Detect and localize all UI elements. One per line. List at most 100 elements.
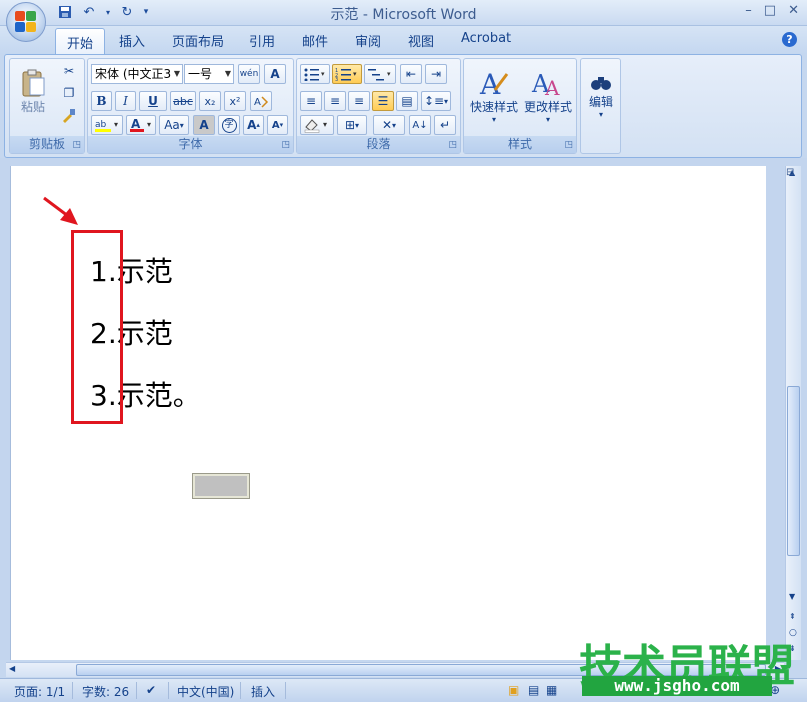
quick-styles-icon: A xyxy=(479,68,509,98)
shrink-font-button[interactable]: A ▾ xyxy=(267,115,288,135)
chinese-layout-icon[interactable]: ✕ ▾ xyxy=(373,115,405,135)
paste-label: 粘贴 xyxy=(20,99,45,114)
group-clipboard: 粘贴 ✂ ❐ 剪贴板 ◳ xyxy=(9,58,85,154)
tab-mailings[interactable]: 邮件 xyxy=(302,31,328,50)
ribbon: 粘贴 ✂ ❐ 剪贴板 ◳ 宋体 (中文正3 ▼ 一号 ▼ wén A B I U… xyxy=(4,54,802,158)
proofing-icon[interactable]: ✔ xyxy=(146,683,156,697)
change-case-icon[interactable]: A xyxy=(250,91,272,111)
tab-page-layout[interactable]: 页面布局 xyxy=(172,31,224,50)
status-language[interactable]: 中文(中国) xyxy=(177,683,234,700)
minimize-button[interactable]: – xyxy=(745,3,752,18)
view-ruler-icon[interactable]: ⊟ xyxy=(786,167,794,178)
print-layout-view-icon[interactable]: ▣ xyxy=(508,683,519,697)
svg-text:▾: ▾ xyxy=(323,120,327,129)
font-name-dropdown-icon[interactable]: ▼ xyxy=(174,65,180,83)
svg-text:A: A xyxy=(544,76,560,98)
format-painter-icon[interactable] xyxy=(58,105,80,125)
grow-font-label: A xyxy=(247,118,257,132)
paste-button[interactable]: 粘贴 xyxy=(16,63,50,119)
group-editing: 编辑 ▾ xyxy=(580,58,621,154)
align-center-icon[interactable]: ≡ xyxy=(324,91,346,111)
font-launcher-icon[interactable]: ◳ xyxy=(281,140,290,150)
scroll-left-icon[interactable]: ◀ xyxy=(9,664,15,673)
tab-home[interactable]: 开始 xyxy=(55,28,106,55)
change-styles-icon: AA xyxy=(531,70,560,98)
bold-button[interactable]: B xyxy=(91,91,112,111)
svg-text:A: A xyxy=(479,68,501,98)
office-logo-icon xyxy=(15,11,37,33)
subscript-button[interactable]: x₂ xyxy=(199,91,221,111)
full-screen-view-icon[interactable]: ▤ xyxy=(528,683,539,697)
maximize-button[interactable]: □ xyxy=(764,3,776,18)
change-styles-button[interactable]: AA 更改样式 ▾ xyxy=(522,61,574,131)
tab-references[interactable]: 引用 xyxy=(249,31,275,50)
superscript-button[interactable]: x² xyxy=(224,91,246,111)
text-highlight-button[interactable]: ab ▾ xyxy=(91,115,123,135)
copy-icon[interactable]: ❐ xyxy=(58,83,80,103)
window-title: 示范 - Microsoft Word xyxy=(330,7,477,23)
styles-launcher-icon[interactable]: ◳ xyxy=(564,140,573,150)
distributed-icon[interactable]: ▤ xyxy=(396,91,418,111)
change-case-button[interactable]: Aa ▾ xyxy=(159,115,189,135)
increase-indent-icon[interactable]: ⇥ xyxy=(425,64,447,84)
help-icon[interactable]: ? xyxy=(782,32,797,47)
quick-styles-dropdown-icon: ▾ xyxy=(491,115,496,124)
font-color-button[interactable]: A ▾ xyxy=(126,115,156,135)
svg-text:▾: ▾ xyxy=(353,70,357,78)
decrease-indent-icon[interactable]: ⇤ xyxy=(400,64,422,84)
underline-button[interactable]: U xyxy=(139,91,167,111)
enclose-characters-label: 字 xyxy=(221,117,237,133)
scroll-down-icon[interactable]: ▼ xyxy=(789,592,795,601)
vertical-scrollbar[interactable]: ▲ ▼ ⇞ ○ ⇟ xyxy=(785,166,801,660)
show-formatting-icon[interactable]: ↵ xyxy=(434,115,456,135)
list-text: 示范 xyxy=(116,255,173,288)
svg-text:A: A xyxy=(254,97,261,108)
font-name-value: 宋体 (中文正3 xyxy=(95,67,172,81)
close-button[interactable]: ✕ xyxy=(788,3,799,18)
tab-view[interactable]: 视图 xyxy=(408,31,434,50)
web-layout-view-icon[interactable]: ▦ xyxy=(546,683,557,697)
window-controls: – □ ✕ xyxy=(745,3,799,18)
italic-button[interactable]: I xyxy=(115,91,136,111)
svg-text:▾: ▾ xyxy=(387,70,391,78)
character-shading-button[interactable]: A xyxy=(193,115,215,135)
svg-text:▾: ▾ xyxy=(114,120,118,129)
font-group-label: 字体 xyxy=(88,136,293,153)
cut-icon[interactable]: ✂ xyxy=(58,61,80,81)
sort-icon[interactable]: A↓ xyxy=(409,115,431,135)
vertical-scroll-thumb[interactable] xyxy=(787,386,800,556)
title-bar: ↶ ▾ ↻ ▾ 示范 - Microsoft Word – □ ✕ xyxy=(0,0,807,26)
clear-format-button[interactable]: A xyxy=(264,64,286,84)
clipboard-launcher-icon[interactable]: ◳ xyxy=(72,140,81,150)
office-button[interactable] xyxy=(6,2,46,42)
numbering-icon[interactable]: 1 2 3 ▾ xyxy=(332,64,362,84)
align-right-icon[interactable]: ≡ xyxy=(348,91,370,111)
font-size-dropdown-icon[interactable]: ▼ xyxy=(225,65,231,83)
font-name-combo[interactable]: 宋体 (中文正3 ▼ xyxy=(91,64,183,84)
editing-button[interactable]: 编辑 ▾ xyxy=(583,61,619,131)
justify-icon[interactable]: ☰ xyxy=(372,91,394,111)
line-spacing-icon[interactable]: ↕≡ ▾ xyxy=(421,91,451,111)
font-size-combo[interactable]: 一号 ▼ xyxy=(184,64,234,84)
multilevel-list-icon[interactable]: ▾ xyxy=(364,64,396,84)
prev-page-icon[interactable]: ⇞ xyxy=(789,612,796,621)
shading-icon[interactable]: ▾ xyxy=(300,115,334,135)
tab-review[interactable]: 审阅 xyxy=(355,31,381,50)
enclose-characters-button[interactable]: 字 xyxy=(218,115,240,135)
tab-acrobat[interactable]: Acrobat xyxy=(461,31,511,46)
borders-icon[interactable]: ⊞ ▾ xyxy=(337,115,367,135)
phonetic-guide-button[interactable]: wén xyxy=(238,64,260,84)
change-styles-dropdown-icon: ▾ xyxy=(545,115,550,124)
status-word-count[interactable]: 字数: 26 xyxy=(82,683,129,700)
tab-insert[interactable]: 插入 xyxy=(119,31,145,50)
status-page[interactable]: 页面: 1/1 xyxy=(14,683,65,700)
bullets-icon[interactable]: ▾ xyxy=(300,64,330,84)
strikethrough-button[interactable]: abc xyxy=(170,91,196,111)
align-left-icon[interactable]: ≡ xyxy=(300,91,322,111)
svg-text:ab: ab xyxy=(95,120,107,130)
status-insert-mode[interactable]: 插入 xyxy=(251,683,275,700)
grow-font-button[interactable]: A ▴ xyxy=(243,115,264,135)
paragraph-launcher-icon[interactable]: ◳ xyxy=(448,140,457,150)
floating-gray-control[interactable] xyxy=(192,473,250,499)
quick-styles-button[interactable]: A 快速样式 ▾ xyxy=(468,61,520,131)
